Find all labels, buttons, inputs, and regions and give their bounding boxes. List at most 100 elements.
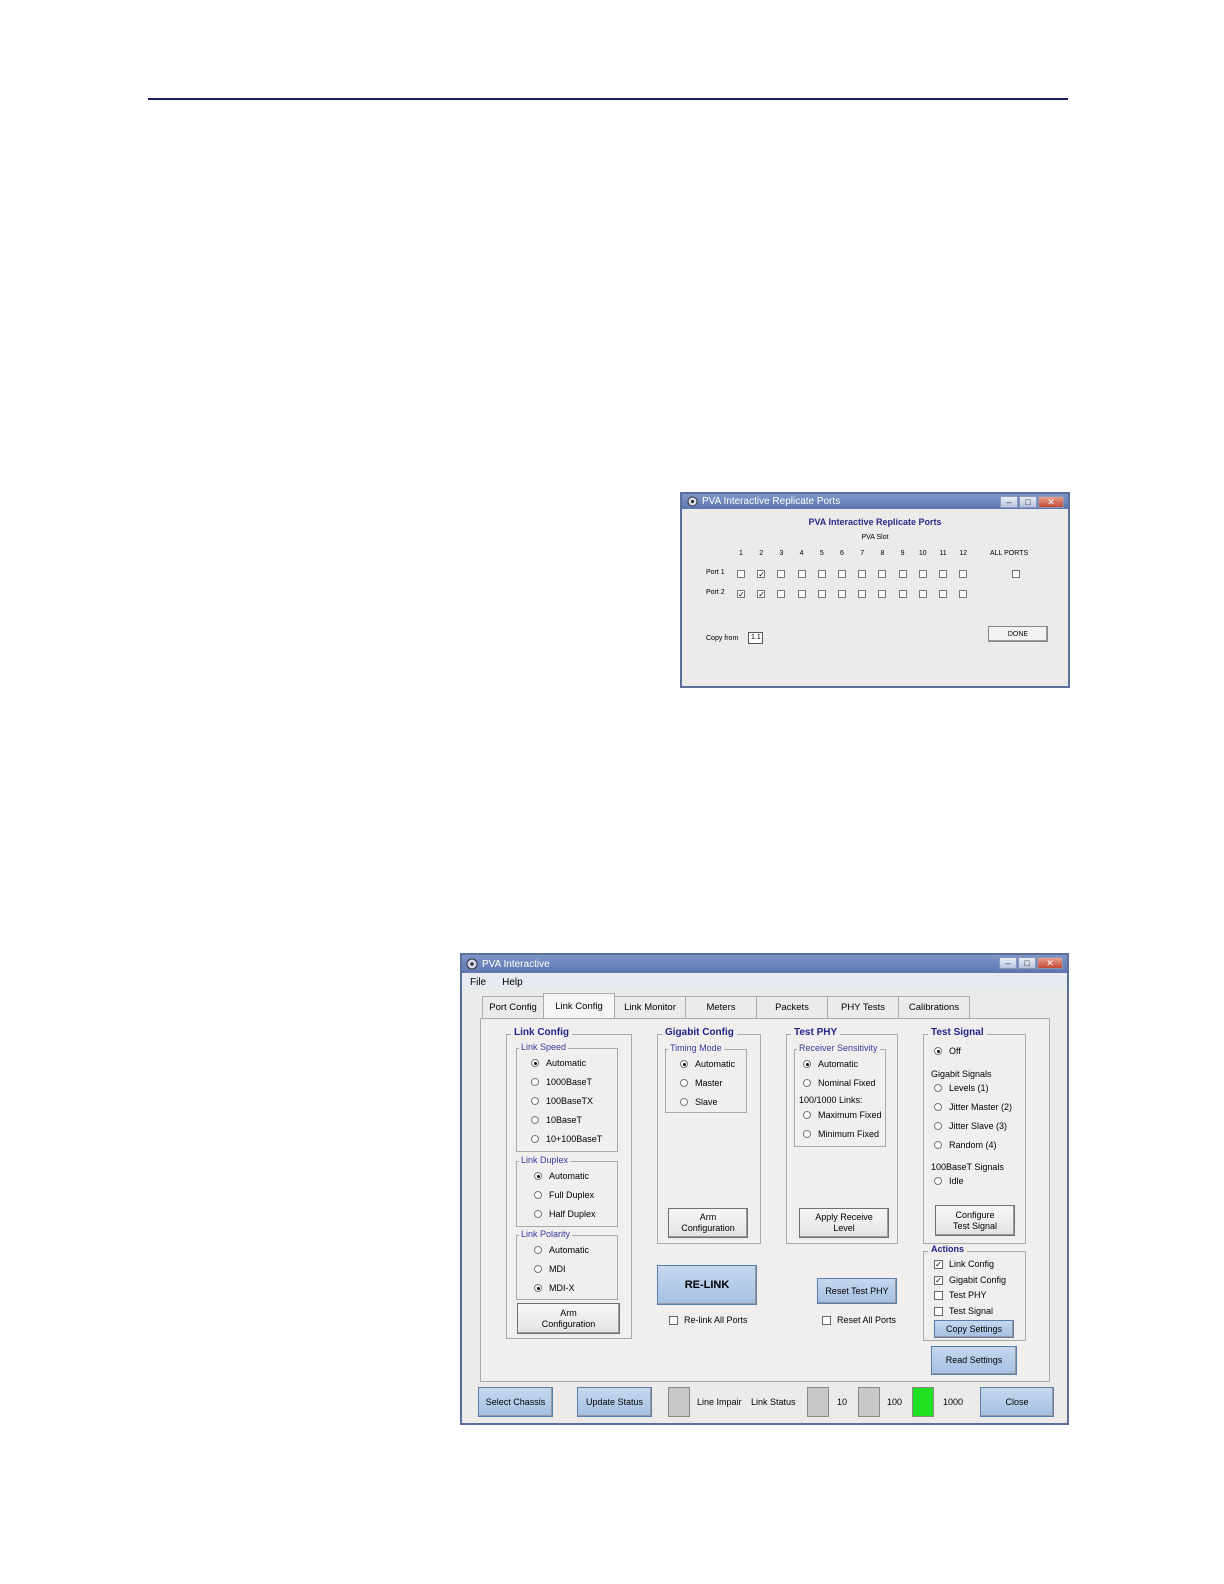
radio-icon: [680, 1098, 688, 1106]
port-1-slot-6-checkbox[interactable]: [838, 570, 846, 578]
signal-random[interactable]: Random (4): [934, 1140, 997, 1150]
update-status-button[interactable]: Update Status: [577, 1387, 652, 1417]
sens-minimum-fixed[interactable]: Minimum Fixed: [803, 1129, 879, 1139]
port-1-slot-12-checkbox[interactable]: [959, 570, 968, 578]
port-1-slot-3-checkbox[interactable]: [777, 570, 786, 578]
action-test-signal[interactable]: Test Signal: [934, 1306, 993, 1316]
gigabit-arm-configuration-button[interactable]: Arm Configuration: [668, 1208, 748, 1238]
port-2-slot-10-checkbox[interactable]: [918, 590, 927, 598]
slot-label: PVA Slot: [861, 534, 889, 541]
done-button[interactable]: DONE: [988, 626, 1048, 642]
port-1-slot-1-checkbox[interactable]: [737, 570, 745, 578]
duplex-half[interactable]: Half Duplex: [534, 1209, 596, 1219]
signal-idle[interactable]: Idle: [934, 1176, 964, 1186]
polarity-automatic[interactable]: Automatic: [534, 1245, 589, 1255]
app-icon: [686, 496, 698, 508]
port-2-slot-12-checkbox[interactable]: [959, 590, 968, 598]
speed-10-100baset[interactable]: 10+100BaseT: [531, 1134, 602, 1144]
sens-nominal-fixed[interactable]: Nominal Fixed: [803, 1078, 876, 1088]
action-gigabit-config[interactable]: ✓ Gigabit Config: [934, 1275, 1006, 1285]
links-label: 100/1000 Links:: [799, 1095, 863, 1105]
tab-phy-tests[interactable]: PHY Tests: [827, 996, 899, 1018]
port-2-slot-9-checkbox[interactable]: [898, 590, 907, 598]
tab-packets[interactable]: Packets: [756, 996, 828, 1018]
port-2-slot-5-checkbox[interactable]: [817, 590, 826, 598]
link-status-label: Link Status: [751, 1397, 796, 1407]
port-2-slot-4-checkbox[interactable]: [797, 590, 806, 598]
speed-100basetx[interactable]: 100BaseTX: [531, 1096, 593, 1106]
port-1-slot-2-checkbox[interactable]: ✓: [757, 570, 766, 579]
signal-jitter-slave[interactable]: Jitter Slave (3): [934, 1121, 1007, 1131]
speed-10baset[interactable]: 10BaseT: [531, 1115, 582, 1125]
read-settings-button[interactable]: Read Settings: [931, 1346, 1017, 1375]
tab-port-config[interactable]: Port Config: [482, 996, 544, 1018]
port-1-slot-10-checkbox[interactable]: [918, 570, 927, 578]
sens-maximum-fixed[interactable]: Maximum Fixed: [803, 1110, 882, 1120]
link-polarity-group: Link Polarity Automatic MDI MDI-X: [516, 1229, 618, 1300]
signal-levels[interactable]: Levels (1): [934, 1083, 989, 1093]
duplex-automatic[interactable]: Automatic: [534, 1171, 589, 1181]
polarity-mdi-x[interactable]: MDI-X: [534, 1283, 575, 1293]
port-1-slot-4-checkbox[interactable]: [797, 570, 806, 578]
minimize-icon[interactable]: –: [999, 957, 1017, 969]
port-2-slot-11-checkbox[interactable]: [939, 590, 947, 598]
port-2-slot-3-checkbox[interactable]: [777, 590, 786, 598]
speed-1000baset[interactable]: 1000BaseT: [531, 1077, 592, 1087]
tab-link-config[interactable]: Link Config: [543, 993, 615, 1018]
copy-from-input[interactable]: 1.1: [748, 632, 763, 644]
close-button[interactable]: Close: [980, 1387, 1054, 1417]
timing-automatic[interactable]: Automatic: [680, 1059, 735, 1069]
port-2-slot-2-checkbox[interactable]: ✓: [757, 590, 766, 599]
checkbox-icon: [822, 1315, 831, 1325]
copy-settings-button[interactable]: Copy Settings: [934, 1320, 1014, 1338]
close-icon[interactable]: ✕: [1037, 957, 1063, 969]
menu-help[interactable]: Help: [494, 974, 531, 990]
relink-all-ports-checkbox[interactable]: Re-link All Ports: [669, 1315, 748, 1325]
polarity-mdi[interactable]: MDI: [534, 1264, 566, 1274]
link-config-group: Link Config Link Speed Automatic 1000Bas…: [506, 1027, 632, 1339]
port-row-label: Port 2: [706, 589, 725, 596]
link-arm-configuration-button[interactable]: Arm Configuration: [517, 1303, 620, 1334]
menu-file[interactable]: File: [462, 974, 494, 990]
port-2-slot-7-checkbox[interactable]: [858, 590, 867, 598]
duplex-full[interactable]: Full Duplex: [534, 1190, 594, 1200]
configure-test-signal-button[interactable]: Configure Test Signal: [935, 1205, 1015, 1236]
signal-jitter-master[interactable]: Jitter Master (2): [934, 1102, 1012, 1112]
timing-master[interactable]: Master: [680, 1078, 723, 1088]
minimize-icon[interactable]: –: [1000, 496, 1018, 508]
signal-off[interactable]: Off: [934, 1046, 961, 1056]
select-chassis-button[interactable]: Select Chassis: [478, 1387, 553, 1417]
checkbox-icon: [934, 1306, 943, 1316]
reset-test-phy-button[interactable]: Reset Test PHY: [817, 1278, 897, 1304]
action-test-phy[interactable]: Test PHY: [934, 1290, 987, 1300]
replicate-ports-window: PVA Interactive Replicate Ports – □ ✕ PV…: [680, 492, 1070, 688]
port-2-slot-1-checkbox[interactable]: ✓: [737, 590, 745, 599]
tab-meters[interactable]: Meters: [685, 996, 757, 1018]
port-1-slot-5-checkbox[interactable]: [817, 570, 826, 578]
port-2-slot-6-checkbox[interactable]: [838, 590, 846, 598]
relink-button[interactable]: RE-LINK: [657, 1265, 757, 1305]
reset-all-ports-checkbox[interactable]: Reset All Ports: [822, 1315, 896, 1325]
maximize-icon[interactable]: □: [1019, 496, 1037, 508]
port-1-all-ports-checkbox[interactable]: [1012, 570, 1020, 578]
action-link-config[interactable]: ✓ Link Config: [934, 1259, 994, 1269]
window-title: PVA Interactive: [482, 958, 550, 970]
port-1-slot-9-checkbox[interactable]: [898, 570, 907, 578]
apply-receive-level-button[interactable]: Apply Receive Level: [799, 1208, 889, 1238]
close-icon[interactable]: ✕: [1038, 496, 1064, 508]
tab-link-monitor[interactable]: Link Monitor: [614, 996, 686, 1018]
slot-number-1: 1: [739, 550, 743, 557]
tab-calibrations[interactable]: Calibrations: [898, 996, 970, 1018]
sens-automatic[interactable]: Automatic: [803, 1059, 858, 1069]
maximize-icon[interactable]: □: [1018, 957, 1036, 969]
gigabit-signals-label: Gigabit Signals: [931, 1069, 992, 1079]
port-2-slot-8-checkbox[interactable]: [878, 590, 887, 598]
port-1-slot-8-checkbox[interactable]: [878, 570, 887, 578]
port-1-slot-7-checkbox[interactable]: [858, 570, 867, 578]
timing-slave[interactable]: Slave: [680, 1097, 718, 1107]
speed-automatic[interactable]: Automatic: [531, 1058, 586, 1068]
slot-number-5: 5: [819, 550, 824, 557]
port-1-slot-11-checkbox[interactable]: [939, 570, 947, 578]
link-speed-title: Link Speed: [519, 1042, 569, 1052]
radio-icon: [934, 1084, 942, 1092]
